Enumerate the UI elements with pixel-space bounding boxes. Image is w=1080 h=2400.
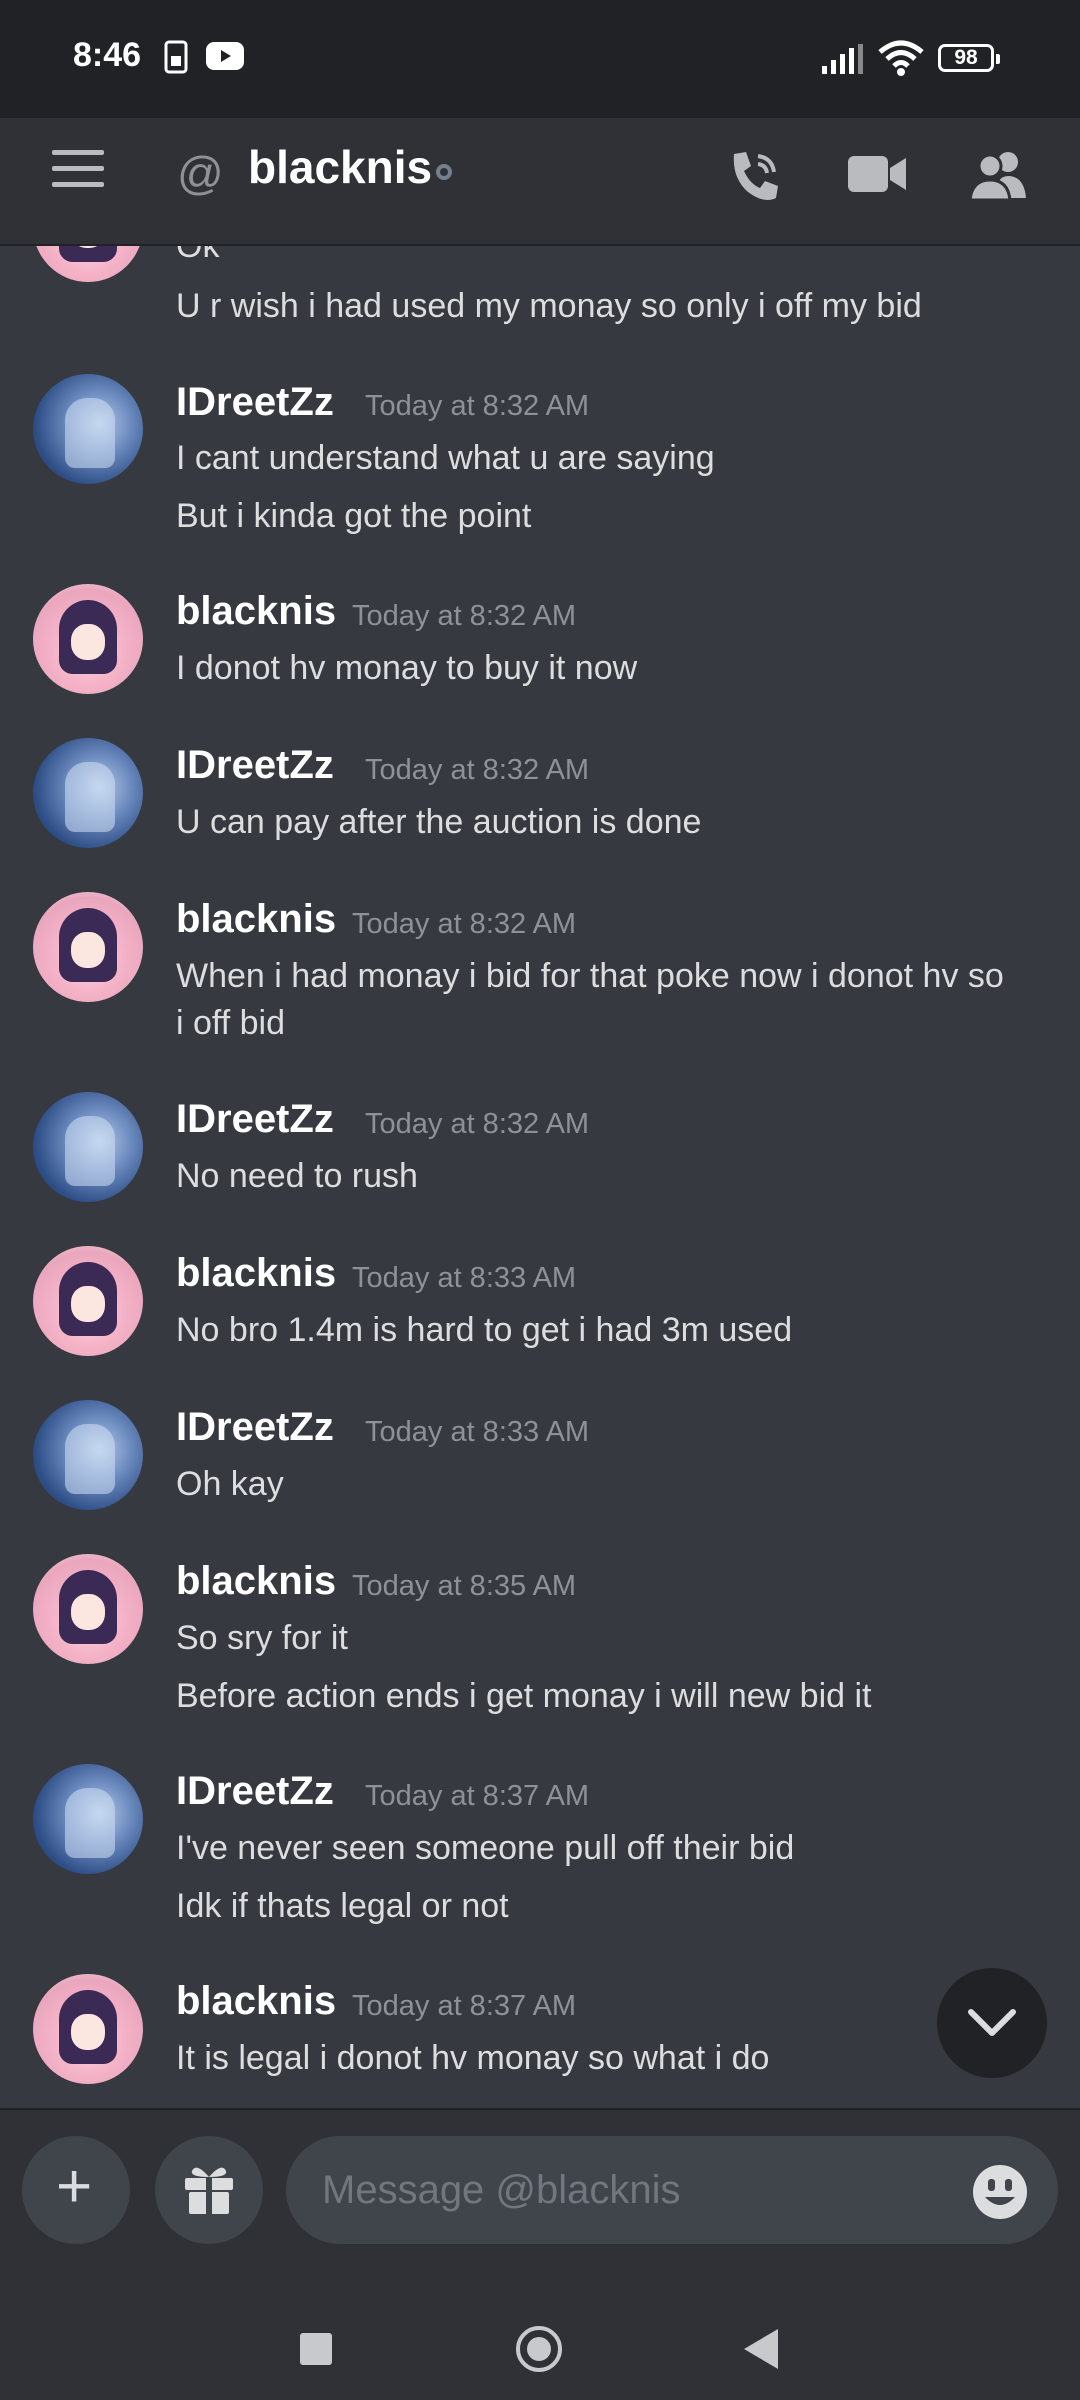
avatar[interactable] [33, 1092, 143, 1202]
system-nav-bar [0, 2282, 1080, 2400]
avatar[interactable] [33, 246, 143, 282]
message-text: Oh kay [176, 1465, 284, 1503]
message-author[interactable]: IDreetZz [176, 1405, 334, 1450]
message-timestamp: Today at 8:35 AM [352, 1570, 577, 1602]
message-text: I donot hv monay to buy it now [176, 649, 638, 687]
avatar[interactable] [33, 738, 143, 848]
message-text: No need to rush [176, 1157, 418, 1195]
message-text: I cant understand what u are saying [176, 439, 715, 477]
chevron-down-icon [968, 2009, 1016, 2036]
message-timestamp: Today at 8:32 AM [352, 908, 577, 940]
at-icon: @ [177, 147, 224, 199]
message-timestamp: Today at 8:33 AM [365, 1416, 590, 1448]
message-text: i off bid [176, 1004, 286, 1042]
message-text: Ok [176, 246, 220, 265]
wifi-icon [878, 40, 924, 81]
channel-title: blacknis [248, 141, 433, 193]
status-time: 8:46 [73, 36, 142, 74]
gift-icon [185, 2167, 233, 2216]
avatar[interactable] [33, 892, 143, 1002]
menu-icon[interactable] [52, 150, 104, 202]
avatar[interactable] [33, 1974, 143, 2084]
avatar[interactable] [33, 1554, 143, 1664]
chat-header: @ blacknis [0, 118, 1080, 246]
message-text: But i kinda got the point [176, 497, 532, 535]
avatar[interactable] [33, 1764, 143, 1874]
message-author[interactable]: blacknis [176, 897, 336, 942]
message-author[interactable]: IDreetZz [176, 1769, 334, 1814]
message-list[interactable]: Ok U r wish i had used my monay so only … [0, 246, 1080, 2108]
message-composer: + [0, 2108, 1080, 2282]
message-timestamp: Today at 8:33 AM [352, 1262, 577, 1294]
avatar[interactable] [33, 1246, 143, 1356]
message-text: It is legal i donot hv monay so what i d… [176, 2039, 770, 2077]
youtube-icon [206, 42, 244, 75]
sim-icon [164, 40, 188, 79]
message-author[interactable]: IDreetZz [176, 380, 334, 425]
back-icon[interactable] [744, 2329, 778, 2369]
message-text: No bro 1.4m is hard to get i had 3m used [176, 1311, 793, 1349]
message-text: I've never seen someone pull off their b… [176, 1829, 795, 1867]
avatar[interactable] [33, 1400, 143, 1510]
message-timestamp: Today at 8:37 AM [352, 1990, 577, 2022]
message-text: Before action ends i get monay i will ne… [176, 1677, 872, 1715]
message-author[interactable]: blacknis [176, 1251, 336, 1296]
message-text: Idk if thats legal or not [176, 1887, 509, 1925]
message-timestamp: Today at 8:32 AM [365, 754, 590, 786]
battery-icon: 98 [938, 44, 1000, 72]
avatar[interactable] [33, 584, 143, 694]
message-timestamp: Today at 8:32 AM [365, 1108, 590, 1140]
message-author[interactable]: blacknis [176, 589, 336, 634]
home-icon[interactable] [516, 2326, 562, 2372]
video-icon[interactable] [848, 152, 906, 201]
add-attachment-button[interactable]: + [22, 2136, 130, 2244]
avatar[interactable] [33, 374, 143, 484]
message-text: U can pay after the auction is done [176, 803, 702, 841]
message-text: So sry for it [176, 1619, 348, 1657]
message-timestamp: Today at 8:32 AM [352, 600, 577, 632]
message-text: U r wish i had used my monay so only i o… [176, 287, 922, 325]
members-icon[interactable] [968, 148, 1028, 205]
plus-icon: + [56, 2152, 93, 2221]
message-author[interactable]: IDreetZz [176, 1097, 334, 1142]
emoji-icon[interactable] [971, 2163, 1029, 2226]
message-timestamp: Today at 8:37 AM [365, 1780, 590, 1812]
message-author[interactable]: blacknis [176, 1559, 336, 1604]
gift-button[interactable] [155, 2136, 263, 2244]
signal-icon [822, 44, 864, 79]
message-timestamp: Today at 8:32 AM [365, 390, 590, 422]
message-text: When i had monay i bid for that poke now… [176, 957, 1004, 995]
jump-to-bottom-button[interactable] [937, 1968, 1047, 2078]
status-bar: 8:46 98 [0, 0, 1080, 118]
offline-status-icon [436, 164, 452, 180]
message-input[interactable] [286, 2136, 1058, 2244]
message-author[interactable]: IDreetZz [176, 743, 334, 788]
message-author[interactable]: blacknis [176, 1979, 336, 2024]
recents-icon[interactable] [300, 2333, 332, 2365]
call-icon[interactable] [724, 146, 784, 211]
